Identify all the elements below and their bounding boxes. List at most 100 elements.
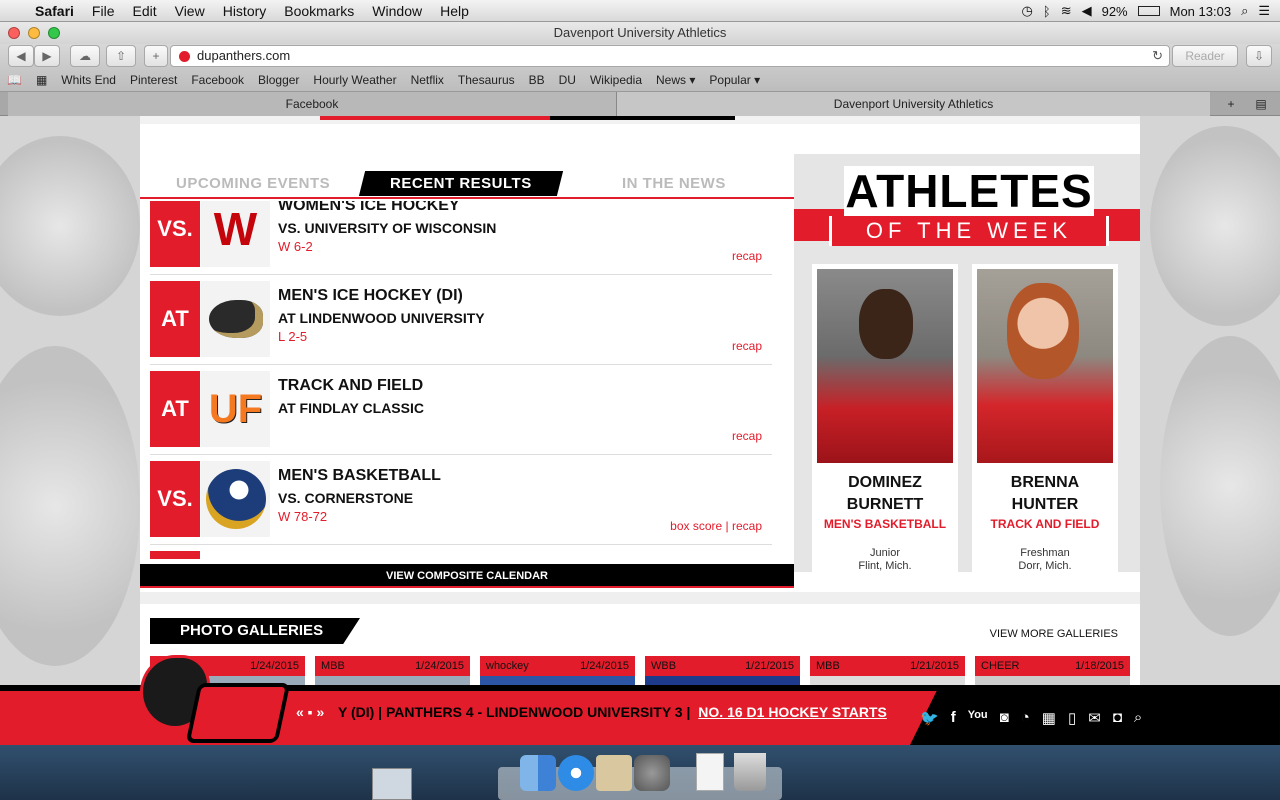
gallery-item[interactable]: WBB 1/21/2015 (645, 656, 800, 685)
instagram-icon[interactable]: ◙ (1000, 709, 1009, 727)
tab-facebook[interactable]: Facebook (8, 92, 616, 116)
result-row[interactable]: VS. MEN'S BASKETBALL VS. CORNERSTONE W 7… (150, 455, 772, 545)
tab-recent-results[interactable]: RECENT RESULTS (358, 171, 563, 196)
tab-overview-icon[interactable]: ▤ (1248, 92, 1274, 116)
boxscore-recap-links[interactable]: box score | recap (670, 519, 762, 533)
desktop-thumbnail[interactable] (372, 768, 412, 800)
clock[interactable]: Mon 13:03 (1170, 4, 1231, 19)
gallery-date: 1/24/2015 (580, 660, 629, 672)
menu-help[interactable]: Help (431, 3, 478, 19)
icloud-tabs-button[interactable]: ☁ (70, 45, 100, 67)
top-red-stripe (320, 116, 550, 120)
documents-icon[interactable] (696, 753, 724, 791)
address-bar[interactable]: dupanthers.com ↻ (170, 45, 1170, 67)
menu-window[interactable]: Window (363, 3, 431, 19)
composite-calendar-link[interactable]: VIEW COMPOSITE CALENDAR (140, 564, 794, 588)
tab-bar: Facebook Davenport University Athletics … (0, 92, 1280, 116)
close-icon[interactable] (8, 27, 20, 39)
gallery-item[interactable]: MBB 1/21/2015 (810, 656, 965, 685)
calendar-icon[interactable]: ▦ (1042, 709, 1056, 727)
result-row[interactable]: VS. W WOMEN'S ICE HOCKEY VS. UNIVERSITY … (150, 201, 772, 275)
reading-list-icon[interactable]: 📖 (0, 73, 29, 87)
result-badge: AT (150, 281, 200, 357)
bluetooth-icon[interactable]: ᛒ (1043, 4, 1051, 19)
volume-icon[interactable]: ◀ (1082, 3, 1092, 19)
facebook-icon[interactable]: f (951, 709, 956, 727)
new-tab-icon[interactable]: + (1216, 92, 1246, 116)
menu-history[interactable]: History (214, 3, 276, 19)
result-opponent: VS. UNIVERSITY OF WISCONSIN (278, 220, 497, 236)
fav-item[interactable]: BB (522, 73, 552, 87)
menu-bookmarks[interactable]: Bookmarks (275, 3, 363, 19)
share-button[interactable]: ⇧ (106, 45, 136, 67)
downloads-button[interactable]: ⇩ (1246, 45, 1272, 67)
wifi-icon[interactable]: ≋ (1061, 3, 1072, 19)
fav-item[interactable]: Thesaurus (451, 73, 522, 87)
ticker-controls[interactable]: « ▪ » (296, 704, 324, 720)
recap-link[interactable]: recap (732, 339, 762, 353)
trash-icon[interactable] (734, 753, 766, 791)
gallery-item[interactable]: CHEER 1/18/2015 (975, 656, 1130, 685)
reader-button[interactable]: Reader (1172, 45, 1238, 67)
recap-link[interactable]: recap (732, 429, 762, 443)
result-row[interactable]: AT MEN'S ICE HOCKEY (DI) AT LINDENWOOD U… (150, 275, 772, 365)
athlete-card[interactable]: BRENNA HUNTER TRACK AND FIELD Freshman Dor… (972, 264, 1118, 574)
forward-button[interactable]: ▶ (34, 45, 60, 67)
twitter-icon[interactable]: 🐦 (920, 709, 939, 727)
notification-center-icon[interactable]: ☰ (1258, 3, 1270, 19)
mobile-icon[interactable]: ▯ (1068, 709, 1076, 727)
system-preferences-icon[interactable] (634, 755, 670, 791)
camera-icon[interactable]: ◘ (1113, 709, 1122, 727)
results-list: VS. W WOMEN'S ICE HOCKEY VS. UNIVERSITY … (150, 201, 780, 559)
back-button[interactable]: ◀ (8, 45, 34, 67)
zoom-icon[interactable] (48, 27, 60, 39)
fav-item[interactable]: Pinterest (123, 73, 184, 87)
result-row[interactable]: AT UF TRACK AND FIELD AT FINDLAY CLASSIC… (150, 365, 772, 455)
athlete-last-name: HUNTER (1011, 496, 1079, 513)
athlete-year: Junior (870, 547, 900, 559)
fav-item[interactable]: News ▾ (649, 73, 702, 87)
view-more-galleries-link[interactable]: VIEW MORE GALLERIES (990, 628, 1118, 640)
new-tab-button[interactable]: + (144, 45, 168, 67)
fav-item[interactable]: Facebook (184, 73, 251, 87)
fav-item[interactable]: Hourly Weather (306, 73, 403, 87)
tab-in-the-news[interactable]: IN THE NEWS (622, 175, 726, 192)
fav-item[interactable]: Wikipedia (583, 73, 649, 87)
mail-icon[interactable] (596, 755, 632, 791)
fav-item[interactable]: DU (552, 73, 583, 87)
tab-upcoming-events[interactable]: UPCOMING EVENTS (176, 175, 330, 192)
athlete-card[interactable]: DOMINEZ BURNETT MEN'S BASKETBALL Junior Fl… (812, 264, 958, 574)
tab-davenport[interactable]: Davenport University Athletics (616, 92, 1210, 116)
app-menu[interactable]: Safari (26, 3, 83, 19)
gallery-thumb (810, 676, 965, 685)
fav-item[interactable]: Netflix (404, 73, 451, 87)
menu-file[interactable]: File (83, 3, 124, 19)
minimize-icon[interactable] (28, 27, 40, 39)
spotlight-icon[interactable]: ⌕ (1241, 3, 1248, 19)
finder-icon[interactable] (520, 755, 556, 791)
recap-link[interactable]: recap (732, 249, 762, 263)
gallery-label: whockey (486, 660, 529, 672)
ticker-headline-link[interactable]: NO. 16 D1 HOCKEY STARTS (698, 704, 887, 720)
menu-edit[interactable]: Edit (123, 3, 165, 19)
fav-item[interactable]: Popular ▾ (702, 73, 767, 87)
search-icon[interactable]: ⌕ (1134, 709, 1142, 727)
battery-percent[interactable]: 92% (1102, 4, 1128, 19)
athlete-photo (977, 269, 1113, 463)
result-row-partial[interactable] (150, 545, 772, 559)
battery-icon[interactable] (1137, 6, 1160, 16)
time-machine-icon[interactable]: ◷ (1022, 3, 1033, 19)
reload-icon[interactable]: ↻ (1152, 46, 1163, 66)
fav-item[interactable]: Blogger (251, 73, 306, 87)
youtube-icon[interactable]: You (968, 709, 988, 727)
rss-icon[interactable]: ◔ (1021, 709, 1030, 727)
gallery-item[interactable]: whockey 1/24/2015 (480, 656, 635, 685)
du-panther-logo[interactable] (140, 655, 291, 751)
menu-view[interactable]: View (166, 3, 214, 19)
safari-icon[interactable] (558, 755, 594, 791)
browser-toolbar: ◀ ▶ ☁ ⇧ + dupanthers.com ↻ Reader ⇩ (0, 44, 1280, 69)
fav-item[interactable]: Whits End (54, 73, 123, 87)
gallery-item[interactable]: MBB 1/24/2015 (315, 656, 470, 685)
top-sites-icon[interactable]: ▦ (29, 73, 54, 87)
email-icon[interactable]: ✉ (1088, 709, 1101, 727)
